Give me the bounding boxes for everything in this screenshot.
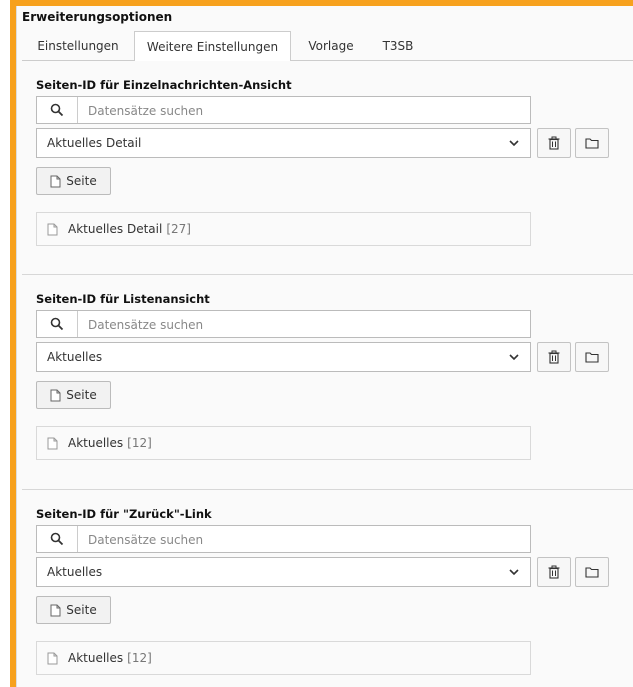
page-icon <box>50 389 61 401</box>
page-icon <box>47 223 58 235</box>
extension-options-frame: Erweiterungsoptionen Einstellungen Weite… <box>0 0 633 687</box>
add-page-label: Seite <box>66 174 97 188</box>
record-uid: [12] <box>127 436 152 450</box>
record-uid: [12] <box>127 651 152 665</box>
panel-title: Erweiterungsoptionen <box>22 10 173 24</box>
browse-button[interactable] <box>575 128 609 158</box>
search-input[interactable] <box>78 311 540 339</box>
browse-button[interactable] <box>575 342 609 372</box>
section-title: Seiten-ID für Listenansicht <box>36 292 210 306</box>
folder-icon <box>585 352 599 363</box>
selected-record: Aktuelles [12] <box>36 426 531 460</box>
delete-button[interactable] <box>537 557 571 587</box>
record-search <box>36 96 540 125</box>
trash-icon <box>548 350 560 364</box>
record-uid: [27] <box>166 222 191 236</box>
chevron-down-icon <box>509 354 519 361</box>
section-detail-page: Seiten-ID für Einzelnachrichten-Ansicht … <box>22 61 633 275</box>
search-input[interactable] <box>78 97 540 125</box>
page-icon <box>50 175 61 187</box>
page-icon <box>47 437 58 449</box>
folder-icon <box>585 138 599 149</box>
search-icon[interactable] <box>37 97 78 123</box>
select-value: Aktuelles Detail <box>47 136 142 150</box>
tab-bar: Einstellungen Weitere Einstellungen Vorl… <box>22 31 633 62</box>
tab-vorlage[interactable]: Vorlage <box>291 31 371 61</box>
select-value: Aktuelles <box>47 350 103 364</box>
section-title: Seiten-ID für Einzelnachrichten-Ansicht <box>36 78 292 92</box>
page-select[interactable]: Aktuelles <box>36 342 531 372</box>
section-title: Seiten-ID für "Zurück"-Link <box>36 507 212 521</box>
add-page-button[interactable]: Seite <box>36 381 111 409</box>
add-page-button[interactable]: Seite <box>36 596 111 624</box>
section-divider <box>22 489 633 490</box>
add-page-label: Seite <box>66 388 97 402</box>
tab-einstellungen[interactable]: Einstellungen <box>22 31 134 61</box>
section-back-link: Seiten-ID für "Zurück"-Link Aktuelles Se… <box>22 491 633 687</box>
add-page-button[interactable]: Seite <box>36 167 111 195</box>
browse-button[interactable] <box>575 557 609 587</box>
delete-button[interactable] <box>537 128 571 158</box>
page-icon <box>47 652 58 664</box>
search-input[interactable] <box>78 526 540 554</box>
select-value: Aktuelles <box>47 565 103 579</box>
chevron-down-icon <box>509 569 519 576</box>
selected-record: Aktuelles Detail [27] <box>36 212 531 246</box>
add-page-label: Seite <box>66 603 97 617</box>
chevron-down-icon <box>509 140 519 147</box>
tab-weitere-einstellungen[interactable]: Weitere Einstellungen <box>134 31 291 62</box>
record-name: Aktuelles <box>68 436 124 450</box>
trash-icon <box>548 136 560 150</box>
page-select[interactable]: Aktuelles <box>36 557 531 587</box>
record-search <box>36 525 540 554</box>
folder-icon <box>585 567 599 578</box>
record-name: Aktuelles <box>68 651 124 665</box>
search-icon[interactable] <box>37 311 78 337</box>
page-select[interactable]: Aktuelles Detail <box>36 128 531 158</box>
search-icon[interactable] <box>37 526 78 552</box>
page-icon <box>50 604 61 616</box>
tab-t3sb[interactable]: T3SB <box>371 31 425 61</box>
section-list-page: Seiten-ID für Listenansicht Aktuelles Se… <box>22 275 633 490</box>
tab-content: Seiten-ID für Einzelnachrichten-Ansicht … <box>22 61 633 687</box>
delete-button[interactable] <box>537 342 571 372</box>
record-name: Aktuelles Detail <box>68 222 163 236</box>
trash-icon <box>548 565 560 579</box>
record-search <box>36 310 540 339</box>
selected-record: Aktuelles [12] <box>36 641 531 675</box>
